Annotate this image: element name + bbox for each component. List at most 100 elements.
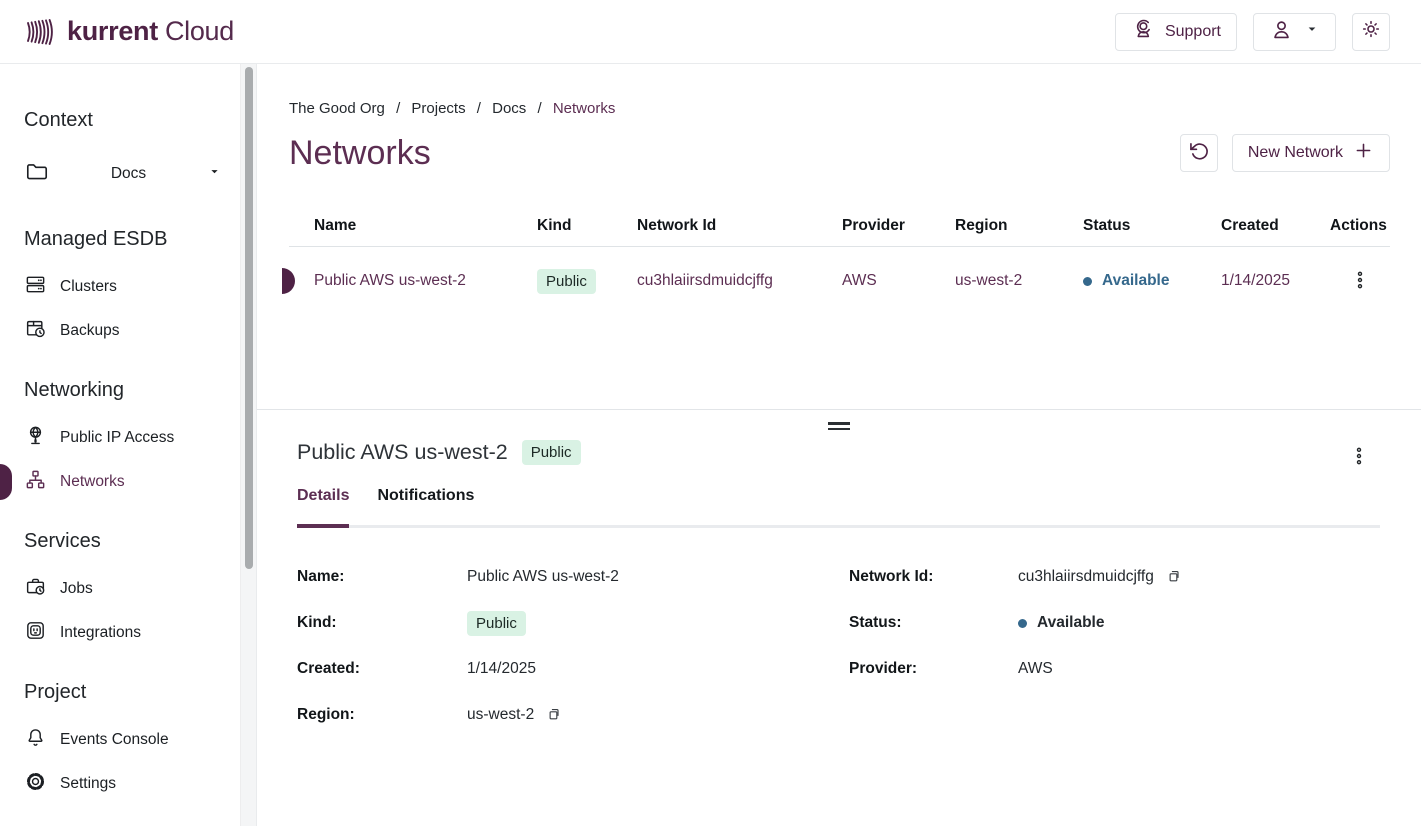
field-region: Region: us-west-2 [297, 692, 849, 738]
bell-icon [24, 726, 47, 754]
breadcrumb-projects[interactable]: Projects [411, 100, 465, 117]
sidebar-scrollbar-thumb[interactable] [245, 67, 253, 569]
sidebar-scrollbar[interactable] [240, 64, 256, 826]
copy-icon [546, 706, 562, 725]
theme-toggle-button[interactable] [1352, 13, 1390, 51]
headset-icon [1131, 17, 1155, 46]
sidebar-item-label: Public IP Access [60, 429, 174, 447]
sidebar-item-label: Events Console [60, 731, 169, 749]
briefcase-clock-icon [24, 575, 47, 603]
support-label: Support [1165, 23, 1221, 41]
panel-resize-handle[interactable] [828, 422, 850, 433]
user-menu-button[interactable] [1253, 13, 1336, 51]
sidebar: Context Docs Managed ES [0, 64, 257, 826]
logo[interactable]: kurrentCloud [24, 15, 234, 49]
sidebar-item-settings[interactable]: Settings [24, 762, 226, 806]
section-title-context: Context [24, 107, 226, 133]
col-header-actions: Actions [1330, 217, 1390, 235]
breadcrumb-separator: / [537, 100, 541, 117]
tab-details[interactable]: Details [297, 487, 349, 525]
sun-icon [1360, 18, 1382, 45]
row-actions-button[interactable] [1346, 266, 1374, 297]
cell-name[interactable]: Public AWS us-west-2 [289, 272, 537, 290]
sidebar-item-label: Settings [60, 775, 116, 793]
sidebar-section-managed-esdb: Managed ESDB Clusters [24, 226, 226, 353]
detail-fields-left: Name: Public AWS us-west-2 Kind: Public … [297, 554, 849, 738]
globe-stand-icon [24, 424, 47, 452]
gear-icon [24, 770, 47, 798]
logo-brand: kurrent [67, 16, 158, 46]
new-network-button[interactable]: New Network [1232, 134, 1390, 172]
field-label: Name: [297, 568, 467, 586]
context-selector-docs[interactable]: Docs [24, 146, 222, 202]
col-header-kind: Kind [537, 217, 637, 235]
networks-list-pane: The Good Org / Projects / Docs / Network… [257, 64, 1421, 409]
cell-created: 1/14/2025 [1221, 272, 1330, 290]
detail-kind-badge: Public [522, 440, 581, 465]
page-title: Networks [289, 133, 431, 173]
main-content: The Good Org / Projects / Docs / Network… [257, 64, 1421, 826]
table-header-row: Name Kind Network Id Provider Region Sta… [289, 205, 1390, 247]
field-value: cu3hlaiirsdmuidcjffg [1018, 568, 1154, 586]
field-value: us-west-2 [467, 706, 534, 724]
sidebar-item-clusters[interactable]: Clusters [24, 265, 226, 309]
field-status: Status: Available [849, 600, 1380, 646]
new-network-label: New Network [1248, 144, 1343, 162]
status-label: Available [1102, 272, 1170, 290]
section-title-networking: Networking [24, 377, 226, 403]
field-label: Network Id: [849, 568, 1018, 586]
active-item-marker [0, 464, 12, 500]
page-actions: New Network [1180, 134, 1390, 172]
header-actions: Support [1115, 13, 1390, 51]
detail-actions-button[interactable] [1345, 442, 1373, 473]
col-header-network-id: Network Id [637, 217, 842, 235]
refresh-button[interactable] [1180, 134, 1218, 172]
detail-title: Public AWS us-west-2 [297, 440, 508, 465]
sidebar-item-integrations[interactable]: Integrations [24, 611, 226, 655]
sidebar-item-backups[interactable]: Backups [24, 309, 226, 353]
sidebar-item-label: Clusters [60, 278, 117, 296]
app-header: kurrentCloud Support [0, 0, 1421, 64]
context-selected-label: Docs [63, 165, 194, 183]
sidebar-item-jobs[interactable]: Jobs [24, 567, 226, 611]
sidebar-item-label: Integrations [60, 624, 141, 642]
field-created: Created: 1/14/2025 [297, 646, 849, 692]
field-value: AWS [1018, 660, 1380, 678]
detail-fields-right: Network Id: cu3hlaiirsdmuidcjffg [849, 554, 1380, 738]
breadcrumb-separator: / [396, 100, 400, 117]
detail-tabs: Details Notifications [297, 487, 1380, 528]
plus-icon [1353, 140, 1374, 166]
section-title-project: Project [24, 679, 226, 705]
breadcrumb: The Good Org / Projects / Docs / Network… [289, 100, 1390, 117]
user-icon [1269, 17, 1294, 47]
app-root: kurrentCloud Support [0, 0, 1421, 826]
copy-network-id-button[interactable] [1164, 566, 1184, 589]
col-header-status: Status [1083, 217, 1221, 235]
sidebar-item-networks[interactable]: Networks [24, 460, 226, 504]
backup-box-clock-icon [24, 317, 47, 345]
breadcrumb-separator: / [477, 100, 481, 117]
breadcrumb-org[interactable]: The Good Org [289, 100, 385, 117]
kind-badge: Public [537, 269, 596, 294]
breadcrumb-current: Networks [553, 100, 616, 117]
sidebar-item-label: Jobs [60, 580, 93, 598]
field-value: 1/14/2025 [467, 660, 849, 678]
kebab-icon [1350, 270, 1370, 293]
folder-icon [24, 159, 50, 190]
support-button[interactable]: Support [1115, 13, 1237, 51]
sidebar-section-context: Context Docs [24, 107, 226, 202]
copy-icon [1166, 568, 1182, 587]
chevron-down-icon [207, 164, 222, 184]
cell-provider: AWS [842, 272, 955, 290]
waves-logo-icon [24, 15, 58, 49]
table-row[interactable]: Public AWS us-west-2 Public cu3hlaiirsdm… [289, 247, 1390, 315]
breadcrumb-docs[interactable]: Docs [492, 100, 526, 117]
tab-notifications[interactable]: Notifications [377, 487, 474, 525]
network-hierarchy-icon [24, 468, 47, 496]
sidebar-item-public-ip-access[interactable]: Public IP Access [24, 416, 226, 460]
field-value: Public AWS us-west-2 [467, 568, 849, 586]
sidebar-item-events-console[interactable]: Events Console [24, 718, 226, 762]
col-header-provider: Provider [842, 217, 955, 235]
copy-region-button[interactable] [544, 704, 564, 727]
detail-fields: Name: Public AWS us-west-2 Kind: Public … [297, 554, 1380, 738]
